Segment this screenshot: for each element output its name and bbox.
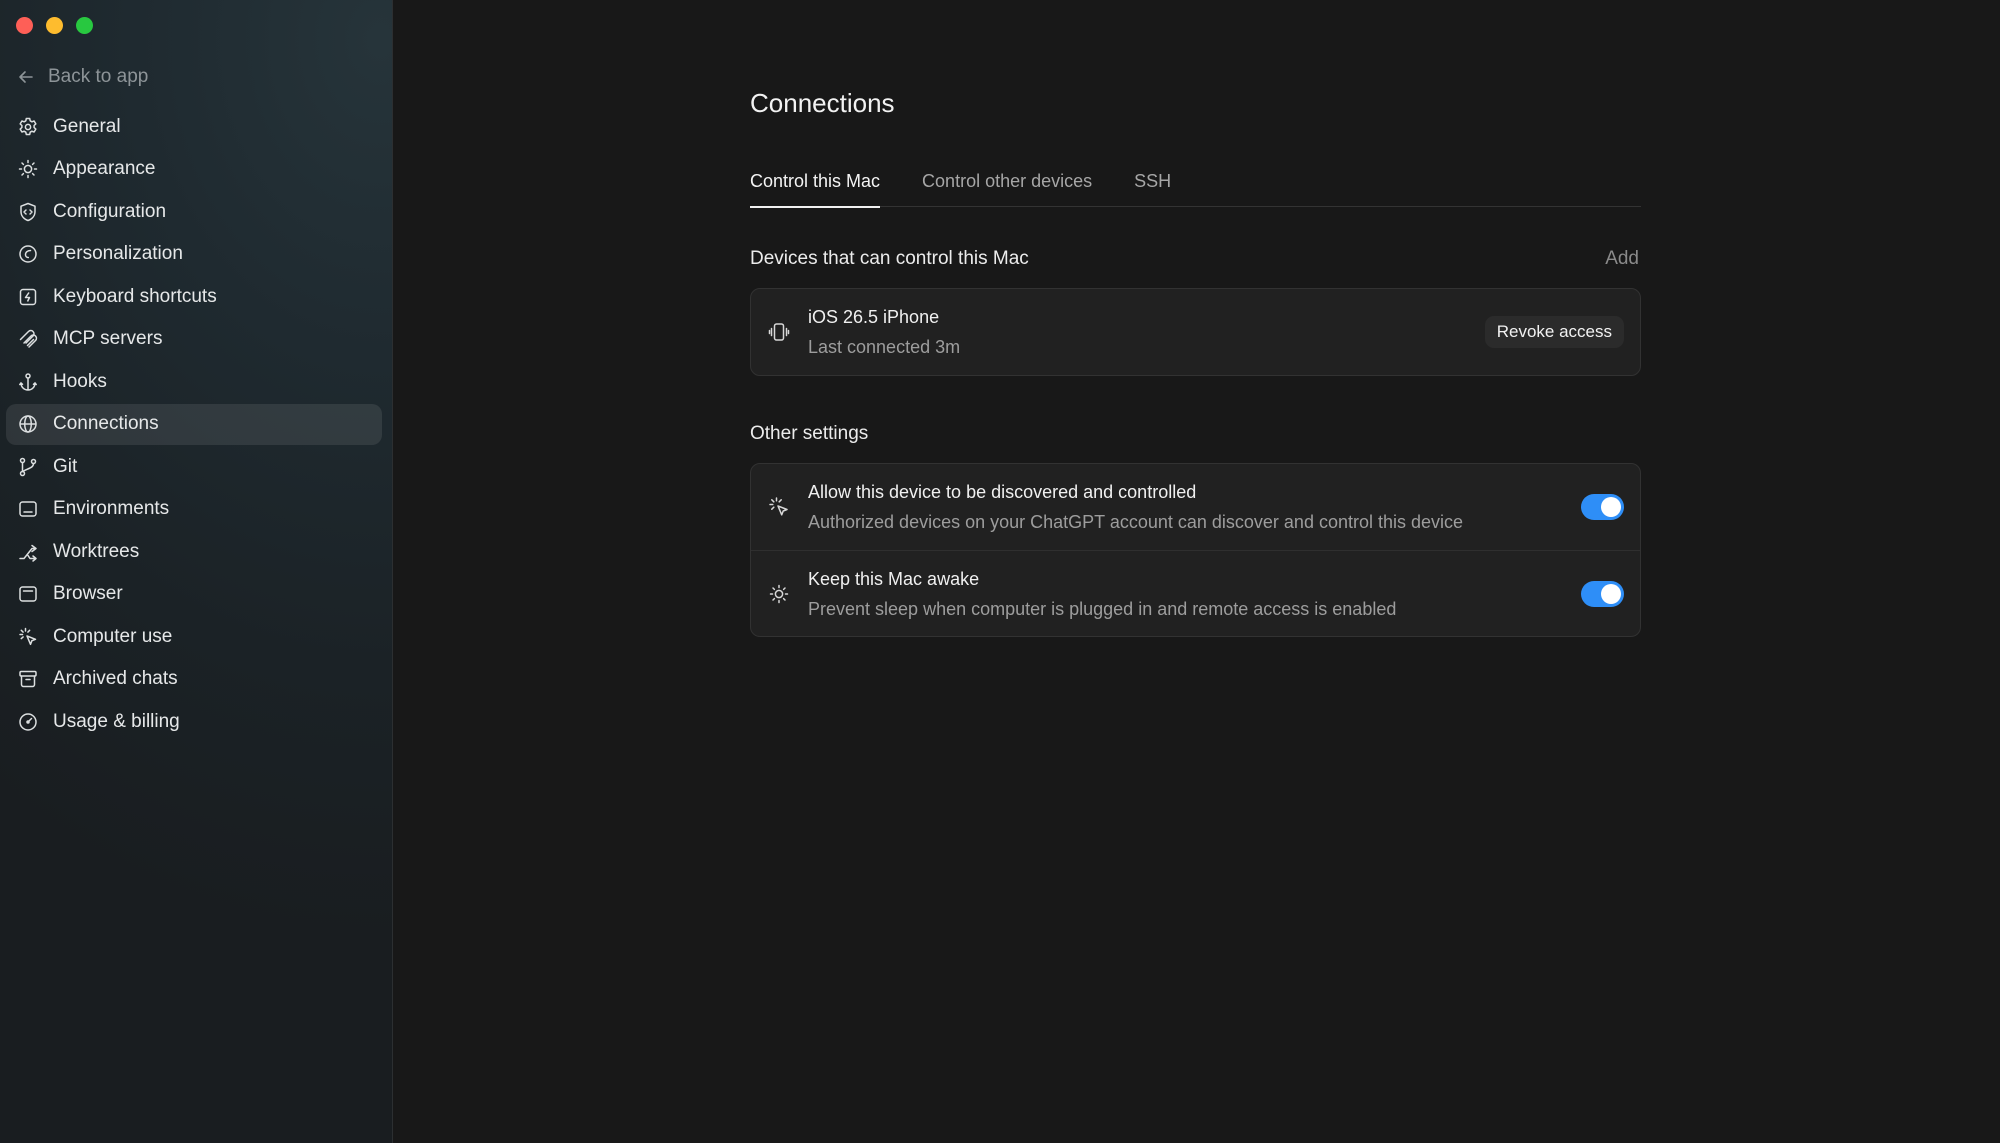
keyboard-bolt-icon (19, 288, 37, 305)
sidebar-item-label: Environments (53, 498, 170, 519)
cursor-click-icon (19, 627, 37, 645)
setting-row-discoverable: Allow this device to be discovered and c… (751, 464, 1640, 550)
setting-text: Allow this device to be discovered and c… (808, 479, 1581, 535)
window-controls (16, 17, 93, 34)
sidebar-item-configuration[interactable]: Configuration (6, 191, 382, 232)
sidebar-item-personalization[interactable]: Personalization (6, 234, 382, 275)
gauge-icon (19, 712, 37, 731)
page-title: Connections (750, 88, 895, 118)
sidebar-item-label: Archived chats (53, 668, 178, 689)
revoke-access-button[interactable]: Revoke access (1484, 316, 1624, 348)
sidebar-item-browser[interactable]: Browser (6, 574, 382, 615)
sidebar-item-label: Git (53, 455, 78, 477)
sidebar-item-label: Hooks (53, 370, 107, 392)
other-settings-header: Other settings (750, 419, 1641, 449)
sidebar-item-label: General (53, 115, 121, 137)
device-row: iOS 26.5 iPhone Last connected 3m Revoke… (751, 289, 1640, 375)
zoom-window-button[interactable] (76, 17, 93, 34)
minimize-window-button[interactable] (46, 17, 63, 34)
discoverable-toggle[interactable] (1581, 494, 1624, 520)
devices-section-title: Devices that can control this Mac (750, 248, 1029, 269)
sidebar-item-appearance[interactable]: Appearance (6, 149, 382, 190)
sun-icon (769, 584, 789, 603)
close-window-button[interactable] (16, 17, 33, 34)
sidebar-item-keyboard-shortcuts[interactable]: Keyboard shortcuts (6, 276, 382, 317)
sidebar-item-archived-chats[interactable]: Archived chats (6, 659, 382, 700)
environment-icon (19, 501, 37, 517)
sun-icon (18, 159, 38, 179)
sidebar-item-usage-billing[interactable]: Usage & billing (6, 701, 382, 742)
sidebar-item-label: Usage & billing (53, 710, 180, 732)
device-info: iOS 26.5 iPhone Last connected 3m (808, 304, 1485, 360)
sidebar-item-label: Worktrees (53, 540, 140, 562)
setting-title: Allow this device to be discovered and c… (808, 482, 1197, 502)
browser-icon (19, 586, 37, 602)
sidebar-item-label: Connections (53, 413, 159, 434)
arrow-left-icon (19, 71, 33, 83)
back-to-app-link[interactable]: Back to app (16, 64, 148, 90)
keep-awake-toggle[interactable] (1581, 580, 1624, 607)
sidebar-item-label: Configuration (53, 200, 167, 222)
device-last-connected: Last connected 3m (808, 337, 961, 357)
git-branch-icon (19, 457, 37, 476)
personalization-icon (19, 245, 37, 263)
setting-title: Keep this Mac awake (808, 568, 980, 589)
back-to-app-label: Back to app (48, 66, 149, 87)
tab-bar: Control this Mac Control other devices S… (750, 170, 1641, 208)
main-panel: Connections Control this Mac Control oth… (394, 0, 2000, 1143)
worktree-icon (19, 544, 37, 562)
device-name: iOS 26.5 iPhone (808, 307, 940, 327)
sidebar: Back to app General Appearance Configura… (0, 0, 393, 1143)
sidebar-item-label: MCP servers (53, 328, 163, 349)
sidebar-item-hooks[interactable]: Hooks (6, 361, 382, 402)
anchor-icon (19, 372, 37, 391)
sidebar-item-label: Keyboard shortcuts (53, 285, 217, 307)
sidebar-item-environments[interactable]: Environments (6, 489, 382, 530)
setting-text: Keep this Mac awake Prevent sleep when c… (808, 566, 1581, 622)
mcp-icon (19, 329, 38, 348)
settings-content: Connections Control this Mac Control oth… (750, 86, 1641, 637)
sidebar-item-general[interactable]: General (6, 106, 382, 147)
setting-row-keep-awake: Keep this Mac awake Prevent sleep when c… (751, 550, 1640, 636)
sidebar-item-mcp-servers[interactable]: MCP servers (6, 319, 382, 360)
sidebar-item-label: Personalization (53, 243, 183, 264)
globe-icon (19, 415, 37, 433)
settings-nav: General Appearance Configuration Persona… (6, 106, 382, 744)
cursor-click-icon (769, 497, 788, 516)
other-settings-title: Other settings (750, 423, 869, 444)
devices-section-header: Devices that can control this Mac Add (750, 244, 1641, 274)
sidebar-item-label: Browser (53, 583, 123, 604)
gear-icon (19, 117, 37, 135)
devices-card: iOS 26.5 iPhone Last connected 3m Revoke… (750, 288, 1641, 376)
add-device-button[interactable]: Add (1605, 248, 1641, 270)
tab-control-this-mac[interactable]: Control this Mac (750, 170, 881, 208)
sidebar-item-label: Computer use (53, 625, 173, 647)
shield-code-icon (20, 202, 36, 221)
setting-description: Authorized devices on your ChatGPT accou… (808, 512, 1464, 532)
other-settings-card: Allow this device to be discovered and c… (750, 463, 1641, 637)
setting-description: Prevent sleep when computer is plugged i… (808, 598, 1397, 619)
tab-ssh[interactable]: SSH (1134, 170, 1171, 207)
sidebar-item-worktrees[interactable]: Worktrees (6, 531, 382, 572)
archive-icon (19, 670, 37, 688)
sidebar-item-connections[interactable]: Connections (6, 403, 382, 445)
sidebar-item-git[interactable]: Git (6, 446, 382, 487)
sidebar-item-computer-use[interactable]: Computer use (6, 616, 382, 657)
tab-control-other-devices[interactable]: Control other devices (922, 170, 1092, 207)
sidebar-item-label: Appearance (53, 158, 156, 179)
phone-vibrate-icon (768, 323, 790, 341)
